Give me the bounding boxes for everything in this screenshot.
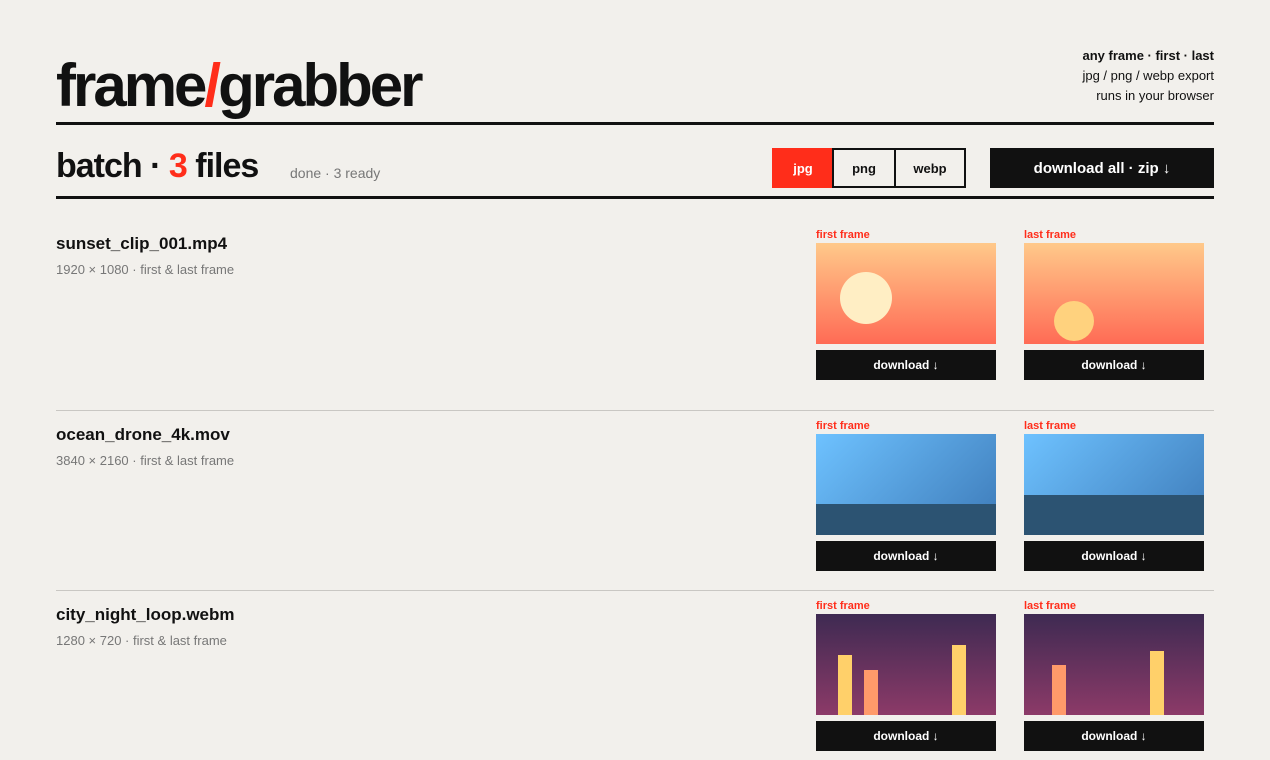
download-last-frame-button[interactable]: download ↓ — [1024, 350, 1204, 380]
first-frame-label: first frame — [816, 600, 870, 612]
download-first-frame-button[interactable]: download ↓ — [816, 541, 996, 571]
download-first-frame-button[interactable]: download ↓ — [816, 350, 996, 380]
file-row: ocean_drone_4k.mov 3840 × 2160 · first &… — [56, 410, 1214, 590]
tagline-formats: jpg / png / webp export — [1082, 68, 1214, 83]
building-shape — [838, 655, 852, 715]
format-png-button[interactable]: png — [832, 148, 896, 188]
logo: frame/grabber — [56, 51, 423, 121]
file-row: sunset_clip_001.mp4 1920 × 1080 · first … — [56, 220, 1214, 400]
building-shape — [864, 670, 878, 715]
first-frame-thumbnail — [816, 243, 996, 344]
last-frame-label: last frame — [1024, 600, 1076, 612]
first-frame-label: first frame — [816, 420, 870, 432]
building-shape — [1052, 665, 1066, 715]
first-frame-label: first frame — [816, 229, 870, 241]
format-jpg-button[interactable]: jpg — [772, 148, 834, 188]
first-frame-thumbnail — [816, 614, 996, 715]
download-first-frame-button[interactable]: download ↓ — [816, 721, 996, 751]
file-meta: 1280 × 720 · first & last frame — [56, 633, 227, 648]
file-meta: 3840 × 2160 · first & last frame — [56, 453, 235, 468]
last-frame-label: last frame — [1024, 420, 1076, 432]
download-last-frame-button[interactable]: download ↓ — [1024, 541, 1204, 571]
batch-divider — [56, 196, 1214, 199]
format-selector: jpg png webp — [772, 148, 966, 188]
file-name: city_night_loop.webm — [56, 605, 235, 624]
file-name: ocean_drone_4k.mov — [56, 425, 230, 444]
logo-text-frame: frame — [56, 52, 207, 119]
sea-shape — [1024, 495, 1204, 535]
building-shape — [1150, 651, 1164, 715]
last-frame-thumbnail — [1024, 614, 1204, 715]
last-frame-thumbnail — [1024, 243, 1204, 344]
tagline-browser: runs in your browser — [1096, 88, 1214, 103]
building-shape — [952, 645, 966, 715]
logo-slash: / — [204, 52, 221, 119]
logo-text-grabber: grabber — [218, 52, 423, 119]
batch-file-count: 3 — [168, 147, 188, 185]
tagline-features: any frame · first · last — [1082, 48, 1215, 63]
batch-title-prefix: batch · — [56, 147, 169, 185]
header: frame/grabber any frame · first · last j… — [56, 0, 1214, 125]
first-frame-thumbnail — [816, 434, 996, 535]
batch-bar: batch · 3 files done · 3 ready jpg png w… — [56, 125, 1214, 196]
download-last-frame-button[interactable]: download ↓ — [1024, 721, 1204, 751]
file-row: city_night_loop.webm 1280 × 720 · first … — [56, 590, 1214, 760]
sun-shape — [840, 272, 892, 324]
last-frame-label: last frame — [1024, 229, 1076, 241]
download-all-zip-button[interactable]: download all · zip ↓ — [990, 148, 1214, 188]
file-name: sunset_clip_001.mp4 — [56, 234, 228, 253]
sea-shape — [816, 504, 996, 535]
batch-title: batch · 3 files — [56, 146, 259, 186]
format-webp-button[interactable]: webp — [894, 148, 966, 188]
file-meta: 1920 × 1080 · first & last frame — [56, 262, 235, 277]
batch-title-suffix: files — [186, 147, 259, 185]
sun-shape — [1054, 301, 1094, 341]
last-frame-thumbnail — [1024, 434, 1204, 535]
batch-status: done · 3 ready — [290, 165, 381, 181]
tagline: any frame · first · last jpg / png / web… — [1082, 46, 1214, 106]
